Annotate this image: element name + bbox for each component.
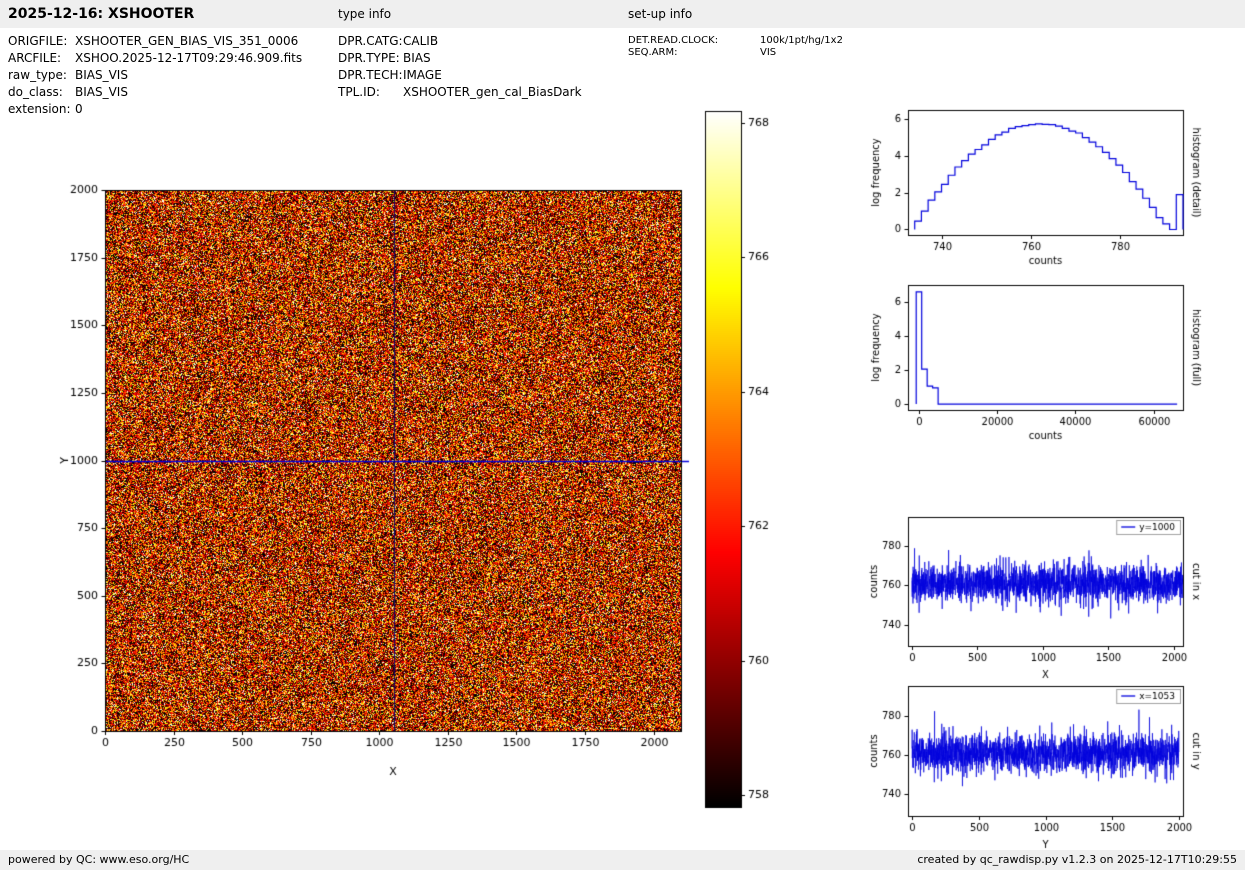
meta-label: SEQ.ARM: <box>628 47 678 58</box>
setup-info-heading: set-up info <box>628 7 693 21</box>
meta-row: extension: 0 <box>8 101 302 118</box>
meta-row: raw_type: BIAS_VIS <box>8 67 302 84</box>
file-info-block: ORIGFILE: XSHOOTER_GEN_BIAS_VIS_351_0006 … <box>8 33 302 118</box>
meta-row: DPR.TYPE: BIAS <box>338 50 582 67</box>
cut-in-y-plot <box>855 669 1245 850</box>
meta-value: BIAS_VIS <box>75 68 128 82</box>
raw-image-plot <box>40 165 700 795</box>
meta-label: DPR.CATG: <box>338 34 403 48</box>
cut-in-x-plot <box>855 500 1245 690</box>
meta-value: VIS <box>760 47 777 58</box>
meta-value: CALIB <box>403 34 439 48</box>
meta-value: 0 <box>75 102 83 116</box>
meta-label: DPR.TYPE: <box>338 51 400 65</box>
footer-bar: powered by QC: www.eso.org/HC created by… <box>0 850 1245 870</box>
meta-row: SEQ.ARM: VIS <box>628 47 843 59</box>
meta-label: extension: <box>8 102 71 116</box>
meta-value: IMAGE <box>403 68 442 82</box>
meta-label: do_class: <box>8 85 63 99</box>
colorbar <box>695 100 795 830</box>
meta-row: ORIGFILE: XSHOOTER_GEN_BIAS_VIS_351_0006 <box>8 33 302 50</box>
meta-row: DPR.TECH:IMAGE <box>338 67 582 84</box>
meta-label: DPR.TECH: <box>338 68 403 82</box>
meta-label: ORIGFILE: <box>8 34 68 48</box>
meta-value: XSHOO.2025-12-17T09:29:46.909.fits <box>75 51 303 65</box>
meta-value: XSHOOTER_gen_cal_BiasDark <box>403 85 582 99</box>
meta-label: ARCFILE: <box>8 51 62 65</box>
header-bar: 2025-12-16: XSHOOTER type info set-up in… <box>0 0 1245 28</box>
footer-created-by: created by qc_rawdisp.py v1.2.3 on 2025-… <box>917 853 1237 866</box>
page-title: 2025-12-16: XSHOOTER <box>8 6 195 22</box>
meta-value: 100k/1pt/hg/1x2 <box>760 35 843 46</box>
meta-value: XSHOOTER_GEN_BIAS_VIS_351_0006 <box>75 34 299 48</box>
meta-row: DET.READ.CLOCK: 100k/1pt/hg/1x2 <box>628 35 843 47</box>
qc-report-page: 2025-12-16: XSHOOTER type info set-up in… <box>0 0 1245 870</box>
meta-row: ARCFILE: XSHOO.2025-12-17T09:29:46.909.fi… <box>8 50 302 67</box>
histogram-detail-plot <box>855 95 1245 290</box>
type-info-block: DPR.CATG:CALIB DPR.TYPE: BIAS DPR.TECH:IM… <box>338 33 582 101</box>
meta-value: BIAS_VIS <box>75 85 128 99</box>
type-info-heading: type info <box>338 7 392 21</box>
setup-info-block: DET.READ.CLOCK: 100k/1pt/hg/1x2 SEQ.ARM: V… <box>628 35 843 59</box>
meta-label: raw_type: <box>8 68 67 82</box>
meta-row: TPL.ID: XSHOOTER_gen_cal_BiasDark <box>338 84 582 101</box>
footer-powered-by: powered by QC: www.eso.org/HC <box>8 853 190 866</box>
meta-label: DET.READ.CLOCK: <box>628 35 719 46</box>
meta-label: TPL.ID: <box>338 85 380 99</box>
meta-value: BIAS <box>403 51 431 65</box>
meta-row: DPR.CATG:CALIB <box>338 33 582 50</box>
histogram-full-plot <box>855 270 1245 460</box>
meta-row: do_class: BIAS_VIS <box>8 84 302 101</box>
